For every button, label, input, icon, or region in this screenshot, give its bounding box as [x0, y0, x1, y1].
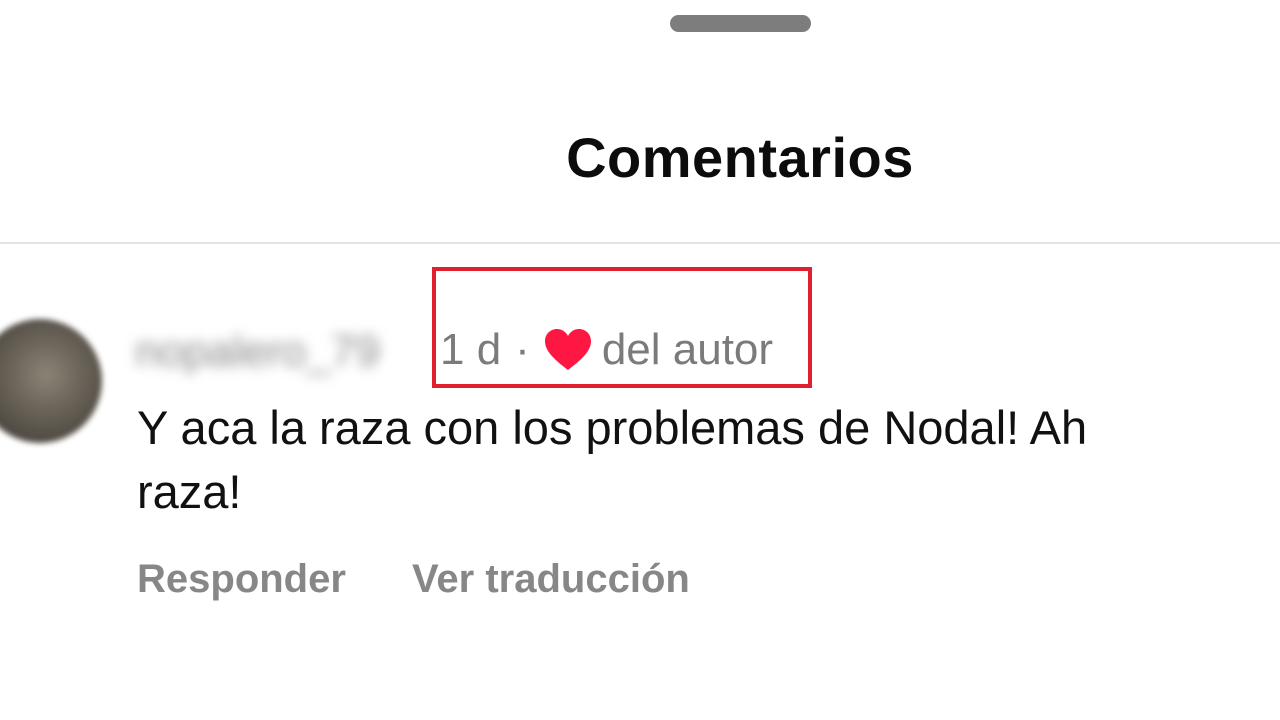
avatar[interactable]: [0, 319, 102, 443]
header-divider: [0, 242, 1280, 244]
comment-text: Y aca la raza con los problemas de Nodal…: [137, 401, 1088, 518]
sheet-grabber-handle[interactable]: [670, 15, 811, 32]
comment-username[interactable]: nopalero_79: [135, 327, 380, 377]
reply-button[interactable]: Responder: [137, 552, 346, 606]
see-translation-button[interactable]: Ver traducción: [412, 552, 690, 606]
highlight-box: [432, 267, 812, 388]
comment-actions: Responder Ver traducción: [137, 552, 690, 606]
page-title: Comentarios: [566, 126, 914, 189]
